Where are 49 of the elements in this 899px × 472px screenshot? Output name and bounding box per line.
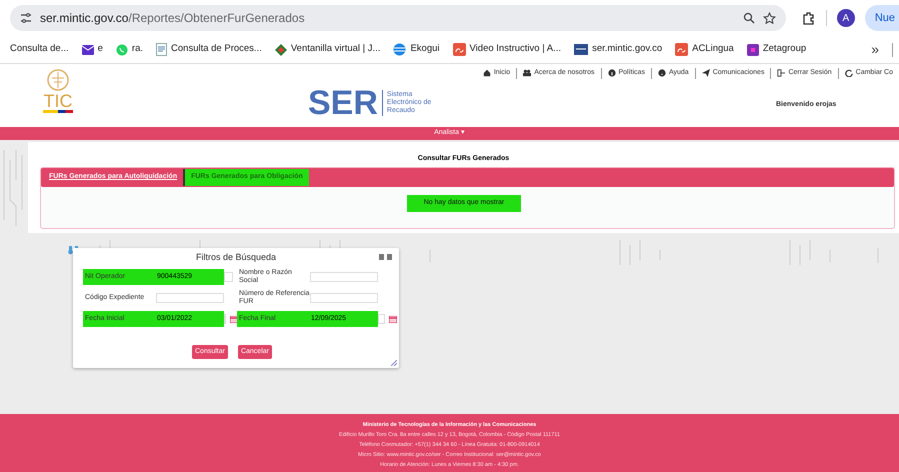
input-field[interactable] [310,272,378,282]
dialog-title: Filtros de Búsqueda [196,251,276,264]
input-field[interactable] [310,293,378,303]
profile-avatar[interactable]: A [836,9,855,27]
ser-logo-icon [574,44,588,55]
home-icon [482,69,491,78]
site-settings-icon[interactable] [20,12,32,24]
zoom-icon[interactable] [742,12,755,24]
new-button[interactable]: Nue [864,5,899,31]
url-text: ser.mintic.gov.co/Reportes/ObtenerFurGenerados [40,10,305,27]
square-logo-icon [746,44,759,56]
extensions-icon[interactable] [802,11,816,25]
people-icon [523,69,532,78]
window-controls-icon[interactable] [379,254,393,260]
calendar-icon[interactable] [389,316,397,322]
diamond-icon [274,44,287,56]
logo-text: TIC [44,92,72,110]
flag-stripe [43,110,73,113]
paper-plane-icon [702,69,710,78]
bookmark-item[interactable]: ser.mintic.gov.co [574,42,662,57]
input-edge[interactable] [224,314,226,324]
ac-logo-icon [452,43,466,56]
bookmark-item[interactable]: Consulta de... [10,42,69,57]
mail-icon [82,44,94,54]
bookmark-item[interactable]: ra. [116,42,144,57]
address-bar[interactable]: ser.mintic.gov.co/Reportes/ObtenerFurGenerados [10,5,786,31]
input-edge[interactable] [224,272,233,282]
exit-icon [777,69,786,78]
bookmark-item[interactable]: Ekogui [393,42,440,57]
globe-icon [393,43,406,56]
bookmark-item[interactable]: Video Instructivo | A... [452,42,562,57]
bookmark-item[interactable]: Zetagroup [746,42,806,57]
input-edge[interactable] [378,314,385,324]
chat-bubble-icon [116,44,128,56]
brand-title: SER [308,86,378,120]
bookmark-item[interactable]: ACLingua [675,42,734,57]
ac-logo-icon [675,43,688,56]
resize-handle-icon[interactable] [391,360,397,366]
input-field[interactable] [156,293,224,303]
refresh-icon [844,69,853,78]
document-icon [156,43,168,56]
help-icon [658,69,666,78]
more-bookmarks-button[interactable]: » [871,39,879,60]
bookmark-item[interactable]: Consulta de Proces... [156,42,262,57]
info-icon [608,69,616,78]
bookmark-star-icon[interactable] [762,12,776,24]
crest-icon [46,68,70,92]
bookmark-item[interactable]: Ventanilla virtual | J... [274,42,380,57]
bookmark-item[interactable]: e [82,42,103,57]
